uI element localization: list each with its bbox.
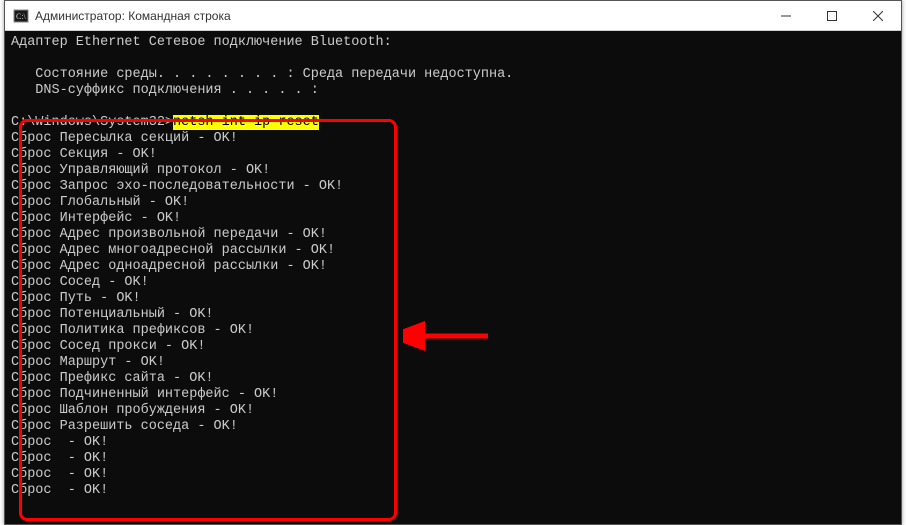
cmd-icon: C:\ — [13, 8, 29, 24]
cmd-window: C:\ Администратор: Командная строка Адап… — [4, 0, 902, 525]
terminal-line: DNS-суффикс подключения . . . . . : — [11, 83, 895, 99]
terminal-line: Сброс - OK! — [11, 435, 895, 451]
terminal-line: Сброс Потенциальный - OK! — [11, 307, 895, 323]
minimize-button[interactable] — [763, 1, 809, 31]
terminal-command: netsh int ip reset — [173, 115, 319, 130]
terminal-line — [11, 51, 895, 67]
close-button[interactable] — [855, 1, 901, 31]
terminal-prompt-line: C:\Windows\System32>netsh int ip reset — [11, 115, 895, 131]
terminal-line: Сброс Управляющий протокол - OK! — [11, 163, 895, 179]
terminal-line: Сброс Секция - OK! — [11, 147, 895, 163]
terminal-line: Сброс Интерфейс - OK! — [11, 211, 895, 227]
terminal-line: Сброс Префикс сайта - OK! — [11, 371, 895, 387]
terminal-line: Сброс Адрес многоадресной рассылки - OK! — [11, 243, 895, 259]
terminal-line: Сброс Запрос эхо-последовательности - OK… — [11, 179, 895, 195]
terminal-line: Сброс Путь - OK! — [11, 291, 895, 307]
terminal-line: Сброс Сосед - OK! — [11, 275, 895, 291]
terminal-line: Сброс Адрес произвольной передачи - OK! — [11, 227, 895, 243]
terminal-line: Сброс Маршрут - OK! — [11, 355, 895, 371]
terminal-line: Сброс Шаблон пробуждения - OK! — [11, 403, 895, 419]
terminal-line: Сброс Пересылка секций - OK! — [11, 131, 895, 147]
window-controls — [763, 1, 901, 30]
window-title: Администратор: Командная строка — [35, 9, 231, 23]
title-left: C:\ Администратор: Командная строка — [5, 8, 763, 24]
titlebar[interactable]: C:\ Администратор: Командная строка — [5, 1, 901, 31]
terminal-line: Сброс Глобальный - OK! — [11, 195, 895, 211]
terminal-line: Сброс - OK! — [11, 467, 895, 483]
terminal-output[interactable]: Адаптер Ethernet Сетевое подключение Blu… — [5, 31, 901, 524]
terminal-line: Сброс - OK! — [11, 483, 895, 499]
terminal-line: Сброс Разрешить соседа - OK! — [11, 419, 895, 435]
terminal-prompt: C:\Windows\System32> — [11, 115, 173, 130]
maximize-button[interactable] — [809, 1, 855, 31]
terminal-line: Сброс Адрес одноадресной рассылки - OK! — [11, 259, 895, 275]
terminal-line: Сброс Подчиненный интерфейс - OK! — [11, 387, 895, 403]
terminal-line: Сброс Сосед прокси - OK! — [11, 339, 895, 355]
terminal-line: Состояние среды. . . . . . . . : Среда п… — [11, 67, 895, 83]
terminal-line: Адаптер Ethernet Сетевое подключение Blu… — [11, 35, 895, 51]
terminal-line — [11, 99, 895, 115]
svg-text:C:\: C:\ — [16, 12, 27, 21]
terminal-line: Сброс Политика префиксов - OK! — [11, 323, 895, 339]
terminal-line: Сброс - OK! — [11, 451, 895, 467]
